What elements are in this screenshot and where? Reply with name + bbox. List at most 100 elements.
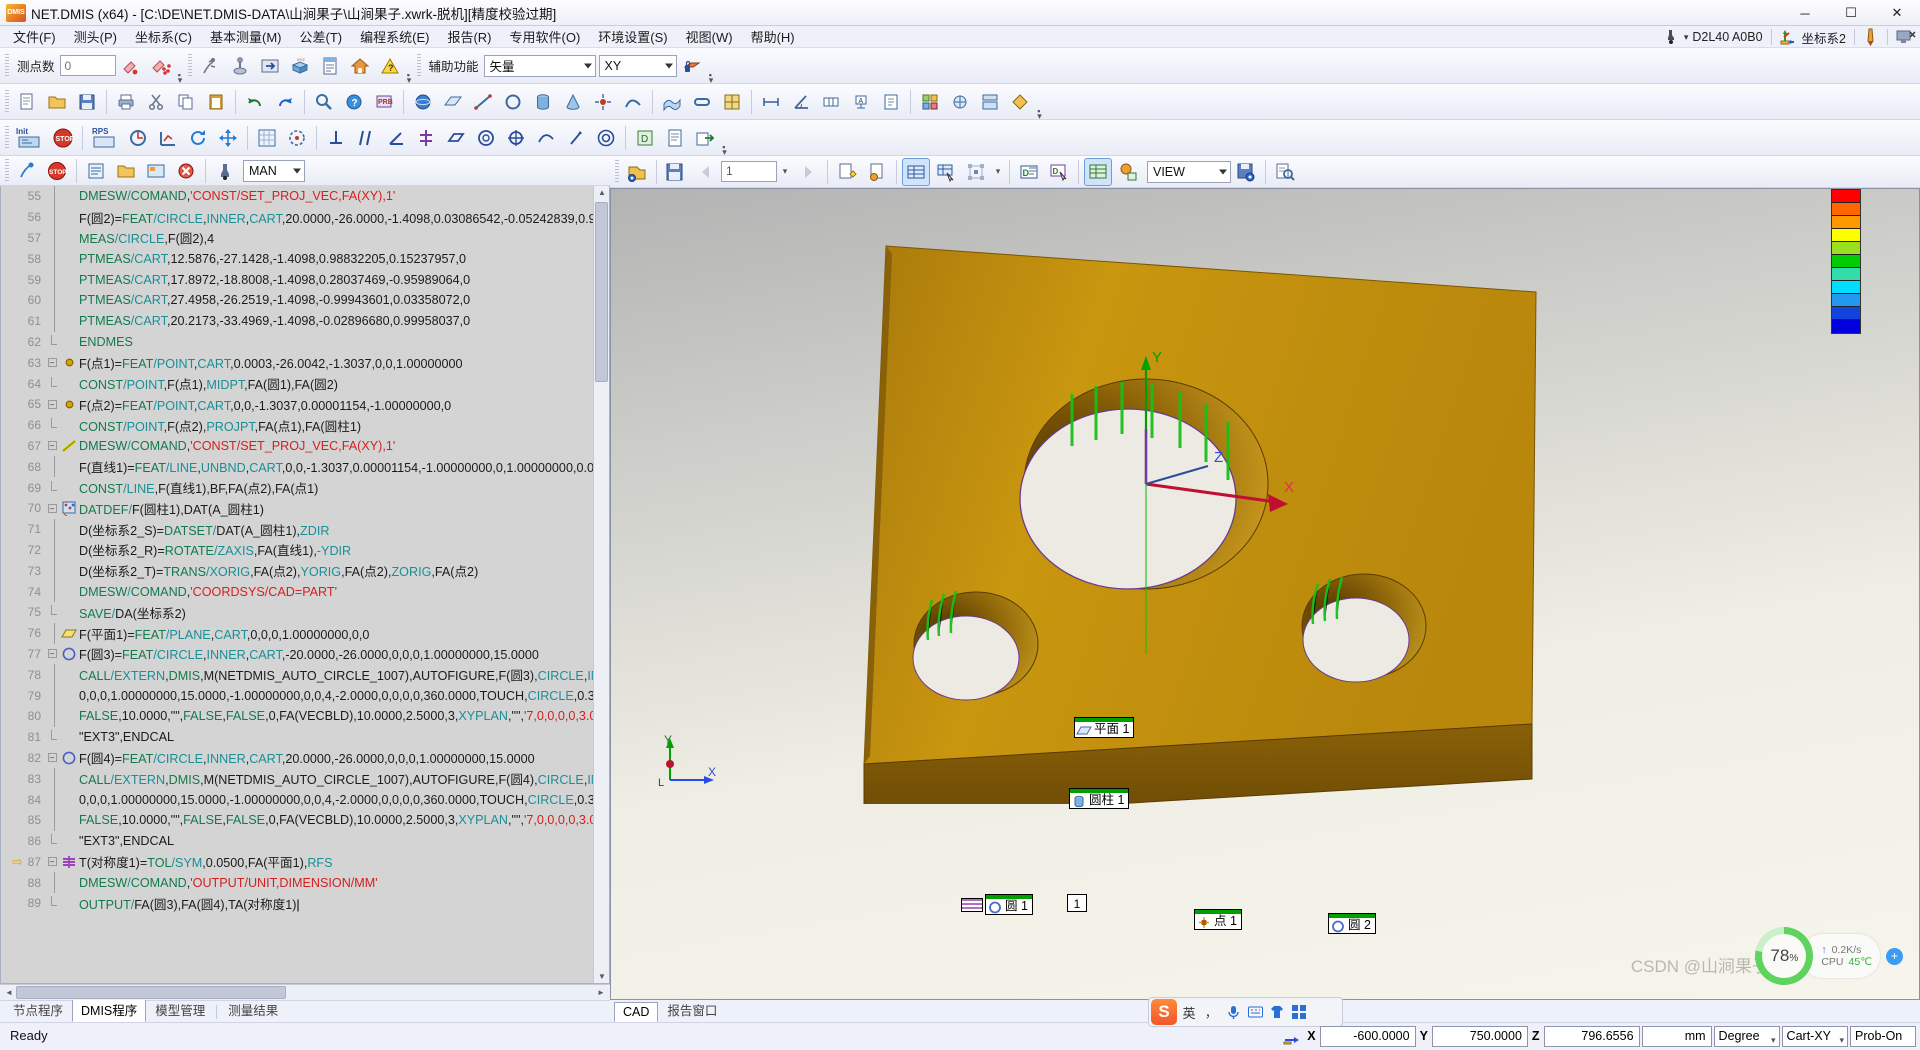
tab-measure-result[interactable]: 测量结果 (219, 997, 287, 1022)
output-icon[interactable] (877, 88, 905, 116)
angle-icon[interactable] (787, 88, 815, 116)
dim-a-icon[interactable]: D (1015, 158, 1043, 186)
code-line[interactable]: 75 SAVE/DA(坐标系2) (11, 602, 609, 623)
code-line[interactable]: ⇨ 87– T(对称度1)=TOL/SYM,0.0500,FA(平面1),RFS (11, 852, 609, 873)
toolbar-grip[interactable] (5, 89, 9, 114)
feature-label-plane1[interactable]: 平面 1 (1074, 717, 1135, 738)
code-line[interactable]: 83 CALL/EXTERN,DMIS,M(NETDMIS_AUTO_CIRCLE… (11, 768, 609, 790)
lock-icon[interactable] (678, 52, 706, 80)
toolbar-grip[interactable] (615, 159, 619, 184)
point-icon[interactable] (589, 88, 617, 116)
tab-cad[interactable]: CAD (614, 1002, 659, 1022)
card-icon[interactable] (142, 157, 170, 185)
save-view-icon[interactable] (1232, 158, 1260, 186)
circle-icon[interactable] (499, 88, 527, 116)
code-horizontal-scrollbar[interactable]: ◄ ► (0, 984, 610, 1000)
open-file-icon[interactable] (43, 88, 71, 116)
toolbar-overflow-button[interactable]: ▪ ▾ (1035, 107, 1044, 121)
angle-tol-icon[interactable] (382, 124, 410, 152)
feature-label-cylinder1[interactable]: 圆柱 1 (1069, 788, 1130, 809)
scroll-up-arrow[interactable]: ▲ (594, 188, 609, 197)
distance-icon[interactable] (757, 88, 785, 116)
code-line[interactable]: 72 D(坐标系2_R)=ROTATE/ZAXIS,FA(直线1),-YDIR (11, 539, 609, 561)
code-line[interactable]: 86 "EXT3",ENDCAL (11, 831, 609, 852)
perp-icon[interactable] (322, 124, 350, 152)
tab-report[interactable]: 报告窗口 (658, 997, 726, 1022)
ime-toolbar[interactable]: S 英 ， (1148, 997, 1343, 1027)
toolbar-grip[interactable] (5, 125, 9, 150)
microphone-icon[interactable] (1223, 1002, 1243, 1022)
code-line[interactable]: 76 F(平面1)=FEAT/PLANE,CART,0,0,0,1.0000000… (11, 622, 609, 644)
runout-icon[interactable] (562, 124, 590, 152)
stop-icon[interactable]: STOP (49, 124, 77, 152)
extra-3-icon[interactable] (976, 88, 1004, 116)
menu-item-tolerance[interactable]: 公差(T) (291, 25, 352, 48)
ime-punctuation-button[interactable]: ， (1201, 1002, 1221, 1022)
menu-item-view[interactable]: 视图(W) (677, 25, 742, 48)
menu-item-report[interactable]: 报告(R) (438, 25, 500, 48)
monitor-off-icon[interactable] (1896, 29, 1916, 45)
feature-label-circle1[interactable]: 圆 1 (985, 894, 1033, 915)
code-line[interactable]: 70– DATDEF/F(圆柱1),DAT(A_圆柱1) (11, 498, 609, 519)
nodes-icon[interactable] (962, 158, 990, 186)
best-fit-icon[interactable] (283, 124, 311, 152)
home-icon[interactable] (346, 52, 374, 80)
code-line[interactable]: 71 D(坐标系2_S)=DATSET/DAT(A_圆柱1),ZDIR (11, 518, 609, 540)
page-number-input[interactable]: 1 (721, 161, 777, 182)
maximize-button[interactable]: ☐ (1828, 0, 1874, 26)
select-view-icon[interactable] (932, 158, 960, 186)
page-dropdown-arrow[interactable]: ▾ (778, 158, 792, 186)
report2-icon[interactable] (661, 124, 689, 152)
extra-2-icon[interactable] (946, 88, 974, 116)
points-count-input[interactable] (59, 55, 116, 76)
expand-monitor-button[interactable]: + (1886, 947, 1903, 965)
code-line[interactable]: 55 DMESW/COMAND,'CONST/SET_PROJ_VEC,FA(XY… (11, 186, 609, 207)
menu-item-software[interactable]: 专用软件(O) (501, 25, 590, 48)
feature-label-circle1-index[interactable]: 1 (1067, 894, 1087, 912)
code-line[interactable]: 67– DMESW/COMAND,'CONST/SET_PROJ_VEC,FA(X… (11, 436, 609, 457)
undo-icon[interactable] (241, 88, 269, 116)
init-button[interactable]: Init (13, 124, 47, 152)
plane-mode-select[interactable]: XY (598, 54, 677, 77)
report-icon[interactable] (316, 52, 344, 80)
cylinder-icon[interactable] (529, 88, 557, 116)
ime-mode-button[interactable]: 英 (1179, 1002, 1199, 1022)
code-line[interactable]: 65– F(点2)=FEAT/POINT,CART,0,0,-1.3037,0.0… (11, 394, 609, 415)
scroll-right-arrow[interactable]: ► (593, 988, 609, 997)
menu-item-file[interactable]: 文件(F) (4, 25, 65, 48)
keyboard-icon[interactable] (1245, 1002, 1265, 1022)
code-line[interactable]: 81 "EXT3",ENDCAL (11, 727, 609, 748)
feature-label-circle2[interactable]: 圆 2 (1328, 913, 1376, 934)
code-line[interactable]: 82– F(圆4)=FEAT/CIRCLE,INNER,CART,20.0000,… (11, 748, 609, 769)
joystick-icon[interactable] (226, 52, 254, 80)
skin-icon[interactable] (1267, 1002, 1287, 1022)
datum2-icon[interactable]: D (631, 124, 659, 152)
menu-item-measure[interactable]: 基本测量(M) (201, 25, 291, 48)
code-line[interactable]: 79 0,0,0,1.00000000,15.0000,-1.00000000,0… (11, 685, 609, 706)
open-icon[interactable] (112, 157, 140, 185)
apps-icon[interactable] (1289, 1002, 1309, 1022)
scroll-down-arrow[interactable]: ▼ (594, 972, 609, 981)
prev-page-icon[interactable] (692, 158, 720, 186)
code-lines-container[interactable]: 55 DMESW/COMAND,'CONST/SET_PROJ_VEC,FA(XY… (11, 186, 609, 983)
grid-icon[interactable] (253, 124, 281, 152)
sym-icon[interactable] (412, 124, 440, 152)
find-icon[interactable] (310, 88, 338, 116)
cone-icon[interactable] (559, 88, 587, 116)
code-line[interactable]: 57 MEAS/CIRCLE,F(圆2),4 (11, 227, 609, 249)
datum-icon[interactable]: A (847, 88, 875, 116)
fold-toggle[interactable]: – (45, 441, 59, 451)
construct-icon[interactable] (718, 88, 746, 116)
pos-icon[interactable] (502, 124, 530, 152)
sphere-icon[interactable] (409, 88, 437, 116)
cad-save-icon[interactable] (662, 158, 690, 186)
vector-mode-select[interactable]: 矢量 (483, 54, 596, 77)
code-line[interactable]: 77– F(圆3)=FEAT/CIRCLE,INNER,CART,-20.0000… (11, 644, 609, 665)
feature-label-point1[interactable]: 点 1 (1194, 909, 1242, 930)
toolbar-grip[interactable] (5, 158, 9, 183)
xyz-box-icon[interactable]: XYZ (286, 52, 314, 80)
sheet-icon[interactable] (1084, 157, 1112, 186)
line-icon[interactable] (469, 88, 497, 116)
code-line[interactable]: 73 D(坐标系2_T)=TRANS/XORIG,FA(点2),YORIG,FA(… (11, 560, 609, 582)
delete-icon[interactable] (172, 157, 200, 185)
